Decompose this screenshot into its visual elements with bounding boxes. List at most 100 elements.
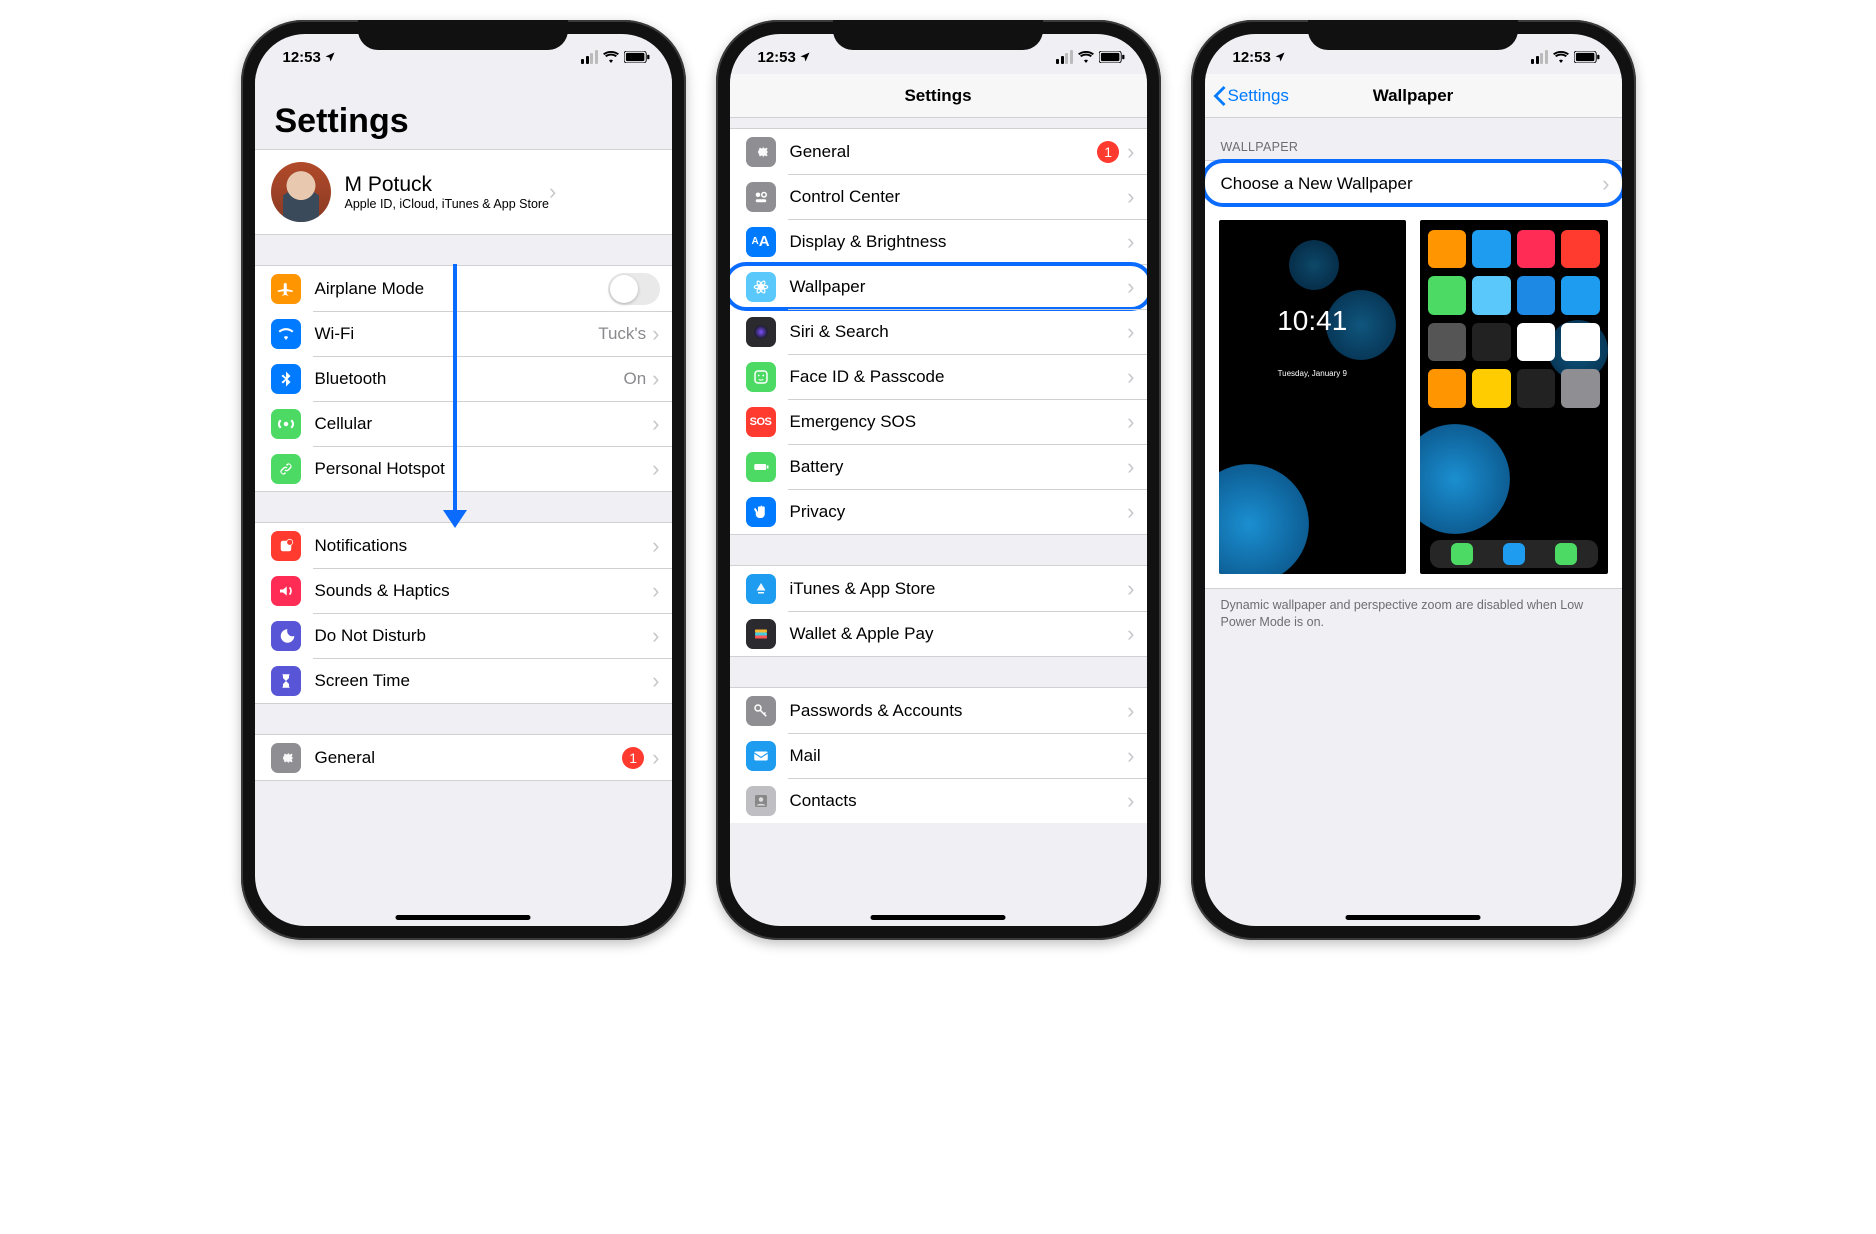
app-icon [1561, 369, 1599, 407]
location-icon [1274, 51, 1286, 63]
settings-row-wallet-apple-pay[interactable]: Wallet & Apple Pay› [730, 611, 1147, 656]
settings-row-cellular[interactable]: Cellular› [255, 401, 672, 446]
choose-wallpaper-row[interactable]: Choose a New Wallpaper › [1205, 161, 1622, 206]
notch [833, 20, 1043, 50]
row-label: Control Center [790, 187, 1128, 207]
chevron-right-icon: › [652, 623, 659, 649]
chevron-left-icon [1213, 86, 1226, 106]
row-label: General [790, 142, 1098, 162]
settings-row-mail[interactable]: Mail› [730, 733, 1147, 778]
moon-icon [271, 621, 301, 651]
settings-row-contacts[interactable]: Contacts› [730, 778, 1147, 823]
badge: 1 [622, 747, 644, 769]
back-button[interactable]: Settings [1213, 74, 1289, 118]
badge: 1 [1097, 141, 1119, 163]
flower-icon [746, 272, 776, 302]
app-icon [1472, 276, 1510, 314]
cell-signal-icon [1056, 50, 1073, 64]
settings-row-notifications[interactable]: Notifications› [255, 523, 672, 568]
settings-row-itunes-app-store[interactable]: iTunes & App Store› [730, 566, 1147, 611]
app-icon [1517, 369, 1555, 407]
settings-row-general[interactable]: General1 › [730, 129, 1147, 174]
row-label: Sounds & Haptics [315, 581, 653, 601]
gear-icon [271, 743, 301, 773]
face-icon [746, 362, 776, 392]
batt-icon [746, 452, 776, 482]
mail-icon [746, 741, 776, 771]
wallpaper-note: Dynamic wallpaper and perspective zoom a… [1205, 589, 1622, 639]
hand-icon [746, 497, 776, 527]
settings-row-wallpaper[interactable]: Wallpaper› [730, 264, 1147, 309]
settings-row-control-center[interactable]: Control Center› [730, 174, 1147, 219]
phone-1: 12:53 Settings M Potuck Apple ID, iCloud… [241, 20, 686, 940]
home-indicator[interactable] [871, 915, 1006, 920]
apple-id-row[interactable]: M Potuck Apple ID, iCloud, iTunes & App … [255, 150, 672, 234]
notif-icon [271, 531, 301, 561]
home-indicator[interactable] [1346, 915, 1481, 920]
settings-row-battery[interactable]: Battery› [730, 444, 1147, 489]
cell-signal-icon [1531, 50, 1548, 64]
chevron-right-icon: › [1127, 698, 1134, 724]
wifi-icon [271, 319, 301, 349]
screen-settings-root: 12:53 Settings M Potuck Apple ID, iCloud… [255, 34, 672, 926]
chevron-right-icon: › [1127, 229, 1134, 255]
key-icon [746, 696, 776, 726]
cell-signal-icon [581, 50, 598, 64]
profile-subtitle: Apple ID, iCloud, iTunes & App Store [345, 197, 550, 211]
chevron-right-icon: › [1602, 171, 1609, 197]
location-icon [799, 51, 811, 63]
settings-row-display-brightness[interactable]: AADisplay & Brightness› [730, 219, 1147, 264]
chevron-right-icon: › [1127, 139, 1134, 165]
row-label: Face ID & Passcode [790, 367, 1128, 387]
settings-row-sounds-haptics[interactable]: Sounds & Haptics› [255, 568, 672, 613]
row-label: Cellular [315, 414, 653, 434]
settings-row-general[interactable]: General1› [255, 735, 672, 780]
lock-screen-preview[interactable]: 10:41 Tuesday, January 9 [1219, 220, 1407, 574]
settings-row-wi-fi[interactable]: Wi-FiTuck's› [255, 311, 672, 356]
status-time: 12:53 [283, 49, 321, 66]
row-value: On [623, 369, 646, 389]
battery-icon [624, 51, 650, 63]
app-icon [1428, 323, 1466, 361]
row-label: Do Not Disturb [315, 626, 653, 646]
row-label: iTunes & App Store [790, 579, 1128, 599]
status-time: 12:53 [758, 49, 796, 66]
settings-row-siri-search[interactable]: Siri & Search› [730, 309, 1147, 354]
chevron-right-icon: › [652, 456, 659, 482]
app-icon [1517, 230, 1555, 268]
settings-row-passwords-accounts[interactable]: Passwords & Accounts› [730, 688, 1147, 733]
row-label: Screen Time [315, 671, 653, 691]
row-label: Privacy [790, 502, 1128, 522]
chevron-right-icon: › [1127, 743, 1134, 769]
sos-icon: SOS [746, 407, 776, 437]
settings-row-privacy[interactable]: Privacy› [730, 489, 1147, 534]
settings-row-do-not-disturb[interactable]: Do Not Disturb› [255, 613, 672, 658]
chevron-right-icon: › [1127, 319, 1134, 345]
chevron-right-icon: › [549, 179, 556, 205]
settings-row-screen-time[interactable]: Screen Time› [255, 658, 672, 703]
settings-row-bluetooth[interactable]: BluetoothOn› [255, 356, 672, 401]
notch [358, 20, 568, 50]
toggle-switch[interactable] [608, 273, 660, 305]
row-label: Personal Hotspot [315, 459, 653, 479]
row-label: Battery [790, 457, 1128, 477]
settings-row-personal-hotspot[interactable]: Personal Hotspot› [255, 446, 672, 491]
home-indicator[interactable] [396, 915, 531, 920]
chevron-right-icon: › [1127, 364, 1134, 390]
settings-row-face-id-passcode[interactable]: Face ID & Passcode› [730, 354, 1147, 399]
chevron-right-icon: › [1127, 184, 1134, 210]
chevron-right-icon: › [652, 321, 659, 347]
settings-row-emergency-sos[interactable]: SOSEmergency SOS› [730, 399, 1147, 444]
app-icon [1561, 323, 1599, 361]
battery-icon [1099, 51, 1125, 63]
row-label: General [315, 748, 623, 768]
cell-icon [271, 409, 301, 439]
row-label: Siri & Search [790, 322, 1128, 342]
home-screen-preview[interactable] [1420, 220, 1608, 574]
chevron-right-icon: › [652, 578, 659, 604]
settings-row-airplane-mode[interactable]: Airplane Mode [255, 266, 672, 311]
wallpaper-previews: 10:41 Tuesday, January 9 [1205, 206, 1622, 589]
chevron-right-icon: › [1127, 409, 1134, 435]
row-label: Airplane Mode [315, 279, 608, 299]
row-label: Wallpaper [790, 277, 1128, 297]
